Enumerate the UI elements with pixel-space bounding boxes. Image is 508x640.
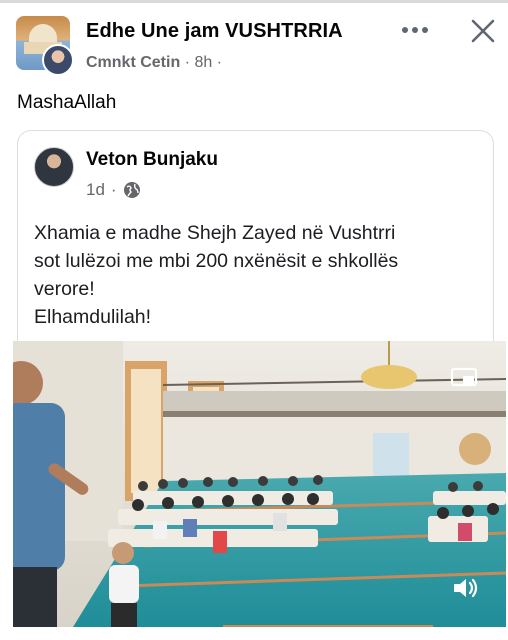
shared-author-name[interactable]: Veton Bunjaku bbox=[86, 149, 218, 171]
group-name[interactable]: Edhe Une jam VUSHTRRIA bbox=[86, 20, 343, 43]
post-video[interactable] bbox=[13, 341, 506, 627]
post-meta: Cmnkt Cetin · 8h · bbox=[86, 54, 222, 72]
post-header: Edhe Une jam VUSHTRRIA Cmnkt Cetin · 8h … bbox=[16, 14, 496, 80]
close-icon[interactable] bbox=[468, 16, 498, 46]
top-divider bbox=[0, 0, 508, 3]
post-author[interactable]: Cmnkt Cetin bbox=[86, 54, 180, 71]
shared-post-time[interactable]: 1d bbox=[86, 180, 105, 200]
cast-icon[interactable] bbox=[449, 366, 479, 390]
meta-separator-2: · bbox=[216, 54, 223, 71]
user-avatar[interactable] bbox=[42, 44, 74, 76]
bottom-strip bbox=[0, 627, 508, 640]
shared-meta-separator: · bbox=[110, 180, 117, 199]
more-options-icon[interactable] bbox=[400, 20, 430, 40]
shared-text-line: Xhamia e madhe Shejh Zayed në Vushtrri bbox=[34, 222, 396, 244]
meta-separator: · bbox=[184, 54, 191, 71]
shared-text-line: verore! bbox=[34, 278, 95, 300]
shared-text-line: sot lulëzoi me mbi 200 nxënësit e shkoll… bbox=[34, 250, 399, 272]
shared-text-line: Elhamdulilah! bbox=[34, 306, 152, 328]
post-text: MashaAllah bbox=[17, 92, 117, 113]
avatar-stack[interactable] bbox=[16, 16, 76, 80]
shared-post-text: Xhamia e madhe Shejh Zayed në Vushtrri s… bbox=[34, 219, 484, 331]
post-time[interactable]: 8h bbox=[194, 54, 212, 71]
shared-post-meta: 1d · bbox=[86, 180, 141, 200]
shared-post-card[interactable]: Veton Bunjaku 1d · Xhamia e madhe Shejh … bbox=[17, 130, 494, 350]
globe-icon bbox=[123, 181, 141, 199]
shared-author-avatar[interactable] bbox=[34, 147, 74, 187]
volume-icon[interactable] bbox=[451, 575, 481, 601]
mosque-interior-image bbox=[13, 341, 506, 627]
